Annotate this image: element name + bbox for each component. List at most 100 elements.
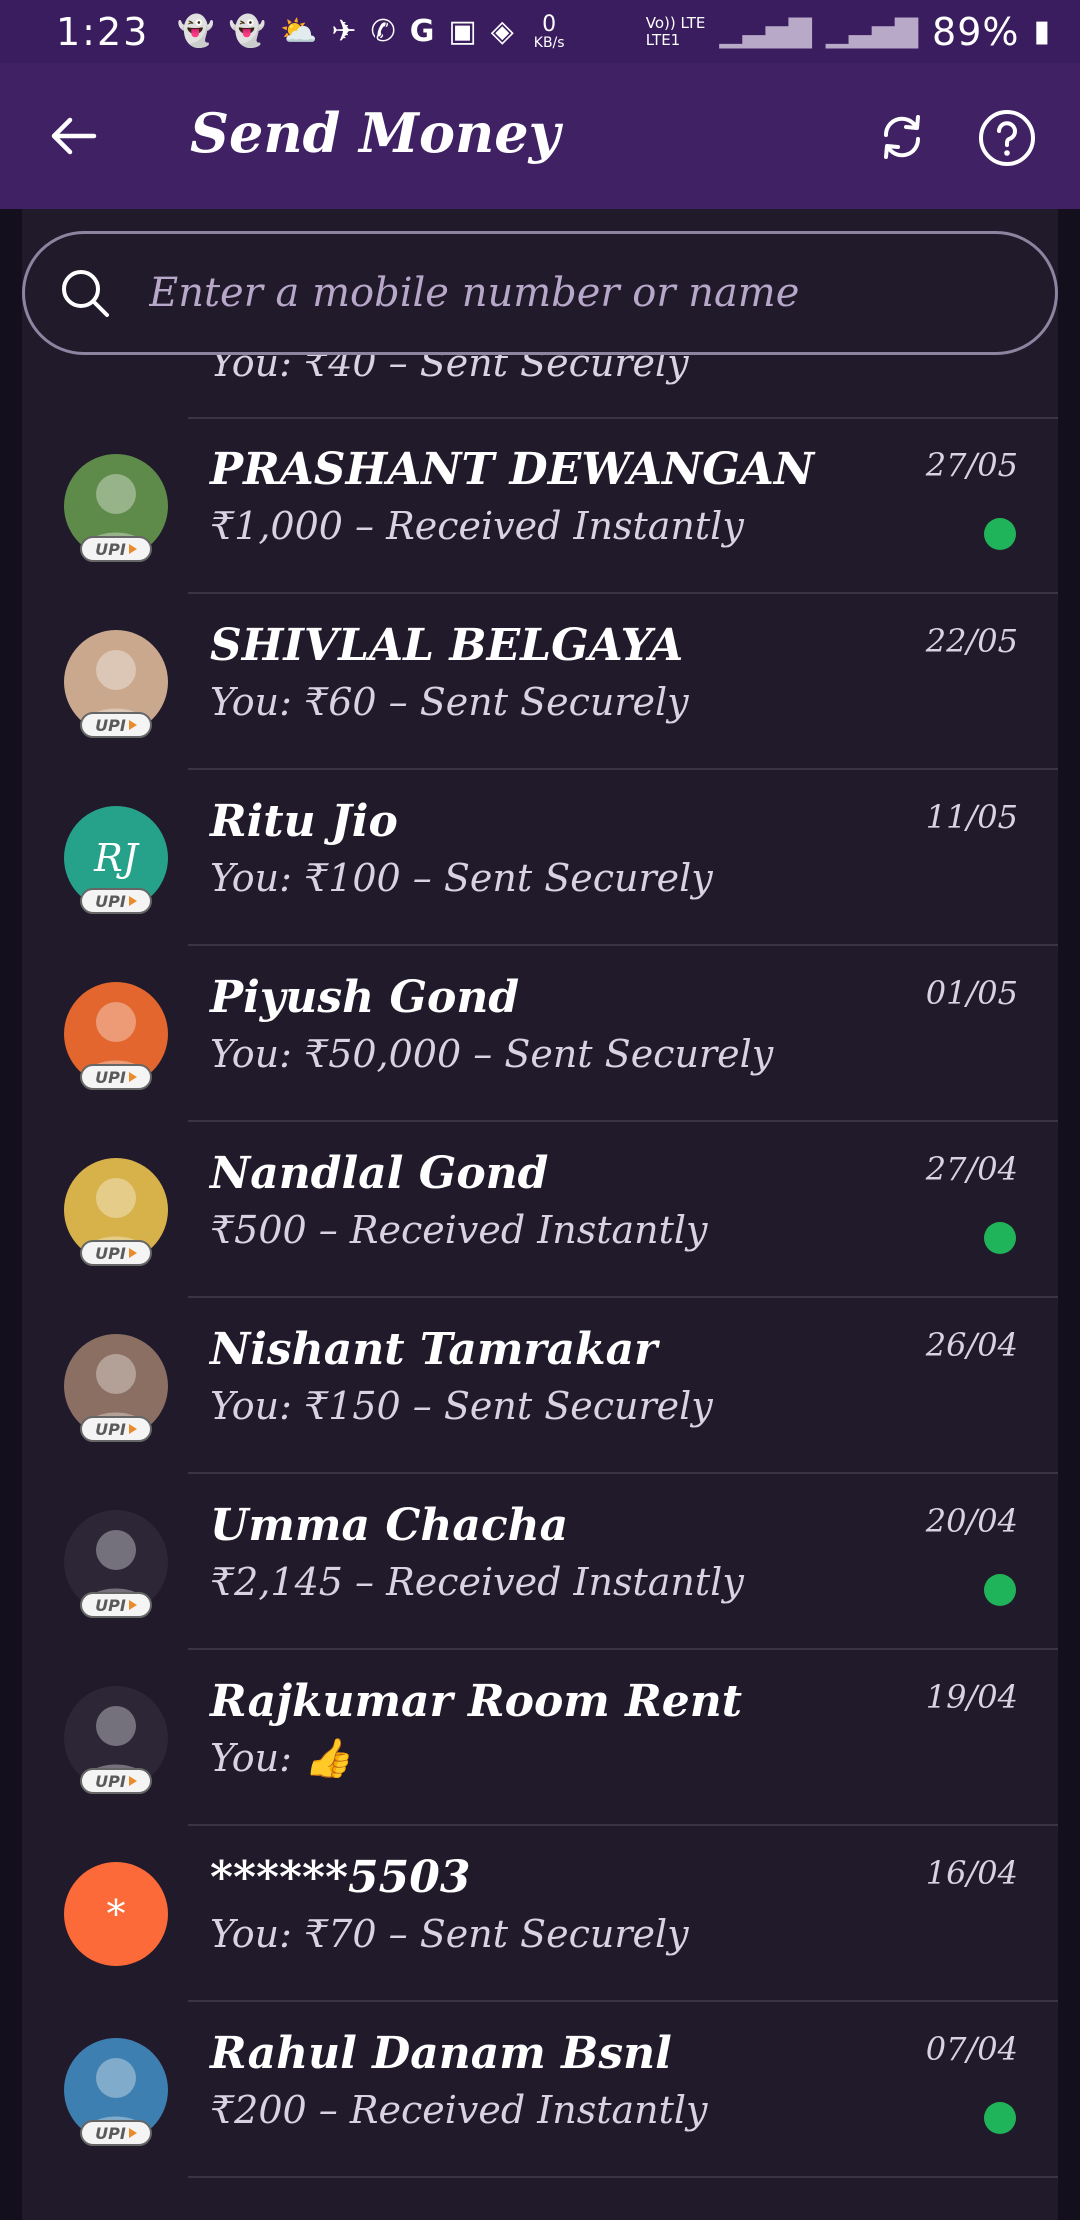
transaction-date: 11/05 (925, 798, 1018, 836)
signal-icon: ▁▃▅▇ (719, 14, 812, 49)
transaction-date: 19/04 (925, 1678, 1018, 1716)
contact-row[interactable]: * ******5503 You: ₹70 – Sent Securely 16/04 (0, 1826, 1080, 2002)
contact-name: Umma Chacha (210, 1500, 569, 1551)
upi-label: UPI (95, 1419, 126, 1439)
divider (188, 2176, 1058, 2178)
contact-name: Nishant Tamrakar (210, 1324, 658, 1375)
upi-label: UPI (95, 891, 126, 911)
contact-name: Rahul Danam Bsnl (210, 2028, 672, 2079)
contact-name: Piyush Gond (210, 972, 520, 1023)
upi-label: UPI (95, 1595, 126, 1615)
last-transaction: You: 👍 (210, 1736, 352, 1780)
contact-row[interactable]: UPI Piyush Gond You: ₹50,000 – Sent Secure… (0, 946, 1080, 1122)
last-transaction: You: ₹100 – Sent Securely (210, 856, 713, 900)
upi-badge: UPI (80, 1768, 152, 1794)
received-indicator-dot (984, 2102, 1016, 2134)
contact-row[interactable]: UPI Nishant Tamrakar You: ₹150 – Sent Secu… (0, 1298, 1080, 1474)
upi-badge: UPI (80, 1592, 152, 1618)
whatsapp-icon: ✆ (370, 14, 396, 49)
upi-badge: UPI (80, 1240, 152, 1266)
signal-icon: ▁▃▅▇ (825, 14, 919, 49)
app-bar: Send Money (0, 63, 1080, 209)
contact-row[interactable]: UPI PRASHANT DEWANGAN ₹1,000 – Received In… (0, 418, 1080, 594)
upi-badge: UPI (80, 712, 152, 738)
volte-indicator: Vo)) LTE LTE1 (645, 14, 706, 49)
contact-name: SHIVLAL BELGAYA (210, 620, 684, 671)
upi-label: UPI (95, 1771, 126, 1791)
upi-label: UPI (95, 1067, 126, 1087)
upi-badge: UPI (80, 1064, 152, 1090)
transaction-date: 20/04 (925, 1502, 1018, 1540)
weather-icon: ⛅ (280, 14, 318, 49)
contact-row[interactable]: UPI SHIVLAL BELGAYA You: ₹60 – Sent Secure… (0, 594, 1080, 770)
battery-percent: 89% (932, 9, 1020, 54)
gallery-icon: ▣ (448, 14, 477, 49)
upi-badge: UPI (80, 2120, 152, 2146)
upi-logo-icon (128, 720, 137, 730)
received-indicator-dot (984, 518, 1016, 550)
contact-name: Rajkumar Room Rent (210, 1676, 743, 1727)
last-transaction: ₹500 – Received Instantly (210, 1208, 708, 1252)
snapchat-icon: 👻 (177, 14, 215, 49)
avatar-initials: * (106, 1892, 126, 1936)
last-transaction: You: ₹70 – Sent Securely (210, 1912, 689, 1956)
page-title: Send Money (190, 101, 560, 165)
battery-charging-icon: ▮ (1033, 14, 1050, 49)
last-transaction: ₹200 – Received Instantly (210, 2088, 708, 2132)
transaction-date: 26/04 (925, 1326, 1018, 1364)
transaction-date: 27/05 (925, 446, 1018, 484)
upi-logo-icon (128, 1248, 137, 1258)
contact-row[interactable]: UPI Umma Chacha ₹2,145 – Received Instantl… (0, 1474, 1080, 1650)
upi-badge: UPI (80, 1416, 152, 1442)
upi-badge: UPI (80, 888, 152, 914)
notification-icons: 👻 👻 ⛅ ✈ ✆ G ▣ ◈ 0 KB/s (177, 11, 565, 51)
google-icon: G (409, 14, 435, 49)
last-transaction: ₹1,000 – Received Instantly (210, 504, 744, 548)
contact-list: You: ₹40 – Sent Securely UPI PRASHANT DEW… (22, 209, 1058, 2220)
status-time: 1:23 (56, 9, 150, 54)
upi-logo-icon (128, 1776, 137, 1786)
contact-name: Ritu Jio (210, 796, 398, 847)
status-bar: 1:23 👻 👻 ⛅ ✈ ✆ G ▣ ◈ 0 KB/s Vo)) LTE LTE… (0, 0, 1080, 63)
back-arrow-icon[interactable] (48, 111, 98, 161)
upi-label: UPI (95, 2123, 126, 2143)
upi-label: UPI (95, 715, 126, 735)
received-indicator-dot (984, 1222, 1016, 1254)
last-transaction: You: ₹60 – Sent Securely (210, 680, 689, 724)
last-transaction: You: ₹50,000 – Sent Securely (210, 1032, 774, 1076)
net-speed: 0 KB/s (533, 11, 565, 51)
transaction-date: 01/05 (925, 974, 1018, 1012)
avatar: * (64, 1862, 168, 1966)
contact-row[interactable]: UPI Nandlal Gond ₹500 – Received Instantly… (0, 1122, 1080, 1298)
refresh-icon[interactable] (874, 109, 930, 165)
contact-name: ******5503 (210, 1852, 471, 1903)
help-icon[interactable] (978, 109, 1036, 167)
upi-logo-icon (128, 1072, 137, 1082)
contact-row[interactable]: UPI Rajkumar Room Rent You: 👍 19/04 (0, 1650, 1080, 1826)
upi-logo-icon (128, 2128, 137, 2138)
last-transaction: ₹2,145 – Received Instantly (210, 1560, 744, 1604)
contact-row[interactable]: RJ UPI Ritu Jio You: ₹100 – Sent Securely 11… (0, 770, 1080, 946)
transaction-date: 22/05 (925, 622, 1018, 660)
upi-logo-icon (128, 896, 137, 906)
snapchat-icon: 👻 (228, 14, 267, 49)
last-transaction: You: ₹150 – Sent Securely (210, 1384, 713, 1428)
received-indicator-dot (984, 1574, 1016, 1606)
transaction-date: 07/04 (925, 2030, 1018, 2068)
search-icon (62, 270, 109, 317)
contact-row[interactable]: UPI Rahul Danam Bsnl ₹200 – Received Insta… (0, 2002, 1080, 2178)
transaction-date: 16/04 (925, 1854, 1018, 1892)
upi-label: UPI (95, 1243, 126, 1263)
contact-name: Nandlal Gond (210, 1148, 549, 1199)
search-bar[interactable] (22, 231, 1058, 355)
contact-name: PRASHANT DEWANGAN (210, 444, 815, 495)
upi-label: UPI (95, 539, 126, 559)
wifi-calling-icon: ◈ (490, 14, 514, 49)
upi-logo-icon (128, 1424, 137, 1434)
upi-logo-icon (128, 544, 137, 554)
status-right: Vo)) LTE LTE1 ▁▃▅▇ ▁▃▅▇ 89% ▮ (646, 10, 1050, 54)
search-input[interactable] (147, 269, 1001, 317)
upi-logo-icon (128, 1600, 137, 1610)
transaction-date: 27/04 (925, 1150, 1018, 1188)
upi-badge: UPI (80, 536, 152, 562)
